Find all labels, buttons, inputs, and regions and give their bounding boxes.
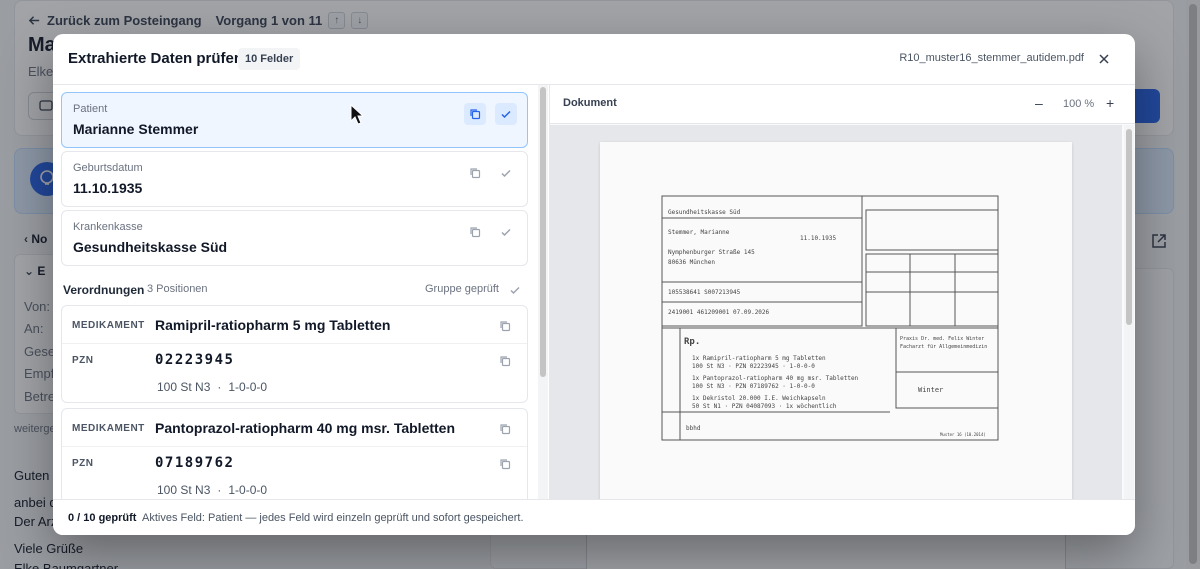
form-text: 50 St N1 · PZN 04087093 · 1x wöchentlich (692, 403, 837, 410)
field-label: Patient (73, 103, 108, 115)
form-text: 1x Pantoprazol-ratiopharm 40 mg msr. Tab… (692, 375, 859, 382)
modal-footer: 0 / 10 geprüft Aktives Feld: Patient — j… (53, 499, 1135, 535)
copy-icon (470, 168, 481, 179)
copy-button[interactable] (497, 353, 513, 369)
close-icon (1099, 54, 1109, 64)
form-text: 1x Ramipril-ratiopharm 5 mg Tabletten (692, 355, 826, 362)
copy-icon (470, 109, 481, 120)
modal-header: Extrahierte Daten prüfen 10 Felder R10_m… (53, 34, 1135, 85)
form-text: 80636 München (668, 259, 715, 266)
document-page: Gesundheitskasse Süd Stemmer, Marianne 1… (600, 142, 1072, 499)
group-count: 3 Positionen (147, 283, 208, 295)
field-value: Marianne Stemmer (73, 121, 199, 137)
form-text: 1x Dekristol 20.000 I.E. Weichkapseln (692, 395, 826, 402)
zoom-level: 100 % (1063, 98, 1095, 110)
medication-amount: 100 St N3 (157, 380, 211, 394)
confirm-button[interactable] (495, 221, 517, 243)
group-title: Verordnungen (63, 283, 145, 297)
verordnungen-group-header: Verordnungen 3 Positionen Gruppe geprüft (63, 282, 529, 300)
field-label: Krankenkasse (73, 221, 143, 233)
medication-meta: 100 St N3 · 1-0-0-0 (157, 380, 268, 394)
mouse-cursor-icon (350, 104, 364, 125)
field-count-badge: 10 Felder (238, 48, 301, 70)
prescription-form-image: Gesundheitskasse Süd Stemmer, Marianne 1… (661, 195, 999, 441)
copy-icon (470, 227, 481, 238)
pzn-value: 07189762 (155, 455, 235, 471)
copy-button[interactable] (497, 318, 513, 334)
copy-button[interactable] (464, 103, 486, 125)
form-text: Praxis Dr. med. Felix Winter (900, 336, 984, 342)
field-label: Geburtsdatum (73, 162, 143, 174)
field-value: 11.10.1935 (73, 180, 143, 196)
group-status: Gruppe geprüft (425, 283, 499, 295)
document-filename: R10_muster16_stemmer_autidem.pdf (899, 52, 1084, 64)
medication-name-row: MEDIKAMENT Pantoprazol-ratiopharm 40 mg … (62, 409, 527, 447)
medication-item: MEDIKAMENT Ramipril-ratiopharm 5 mg Tabl… (61, 305, 528, 403)
form-text: Nymphenburger Straße 145 (668, 249, 755, 256)
review-modal: Extrahierte Daten prüfen 10 Felder R10_m… (53, 34, 1135, 535)
field-value: Gesundheitskasse Süd (73, 239, 228, 255)
check-icon (501, 110, 511, 119)
field-geburtsdatum[interactable]: Geburtsdatum 11.10.1935 (61, 151, 528, 207)
copy-button[interactable] (464, 162, 486, 184)
copy-icon (500, 424, 511, 435)
pzn-caption: PZN (72, 355, 94, 366)
pzn-value: 02223945 (155, 352, 235, 368)
copy-icon (500, 321, 511, 332)
check-icon (501, 228, 511, 237)
medication-caption: MEDIKAMENT (72, 320, 145, 331)
document-toolbar: Dokument – 100 % + (550, 85, 1135, 124)
document-viewer: Dokument – 100 % + Gesundheitskasse Süd … (549, 85, 1135, 499)
document-title: Dokument (563, 97, 617, 109)
medication-name: Ramipril-ratiopharm 5 mg Tabletten (155, 317, 391, 333)
form-text: 100 St N3 · PZN 02223945 · 1-0-0-0 (692, 363, 815, 370)
medication-name-row: MEDIKAMENT Ramipril-ratiopharm 5 mg Tabl… (62, 306, 527, 344)
medication-meta: 100 St N3 · 1-0-0-0 (157, 483, 268, 497)
status-message: Aktives Feld: Patient — jedes Feld wird … (142, 512, 524, 524)
form-text: bbhd (686, 425, 701, 432)
zoom-out-button[interactable]: – (1035, 95, 1043, 111)
medication-amount: 100 St N3 (157, 483, 211, 497)
check-icon (510, 286, 520, 295)
form-text: 105538641 S007213945 (668, 289, 741, 296)
check-icon (501, 169, 511, 178)
group-confirm-button[interactable] (507, 282, 523, 298)
copy-button[interactable] (497, 421, 513, 437)
review-progress: 0 / 10 geprüft (68, 512, 137, 524)
fields-scrollbar-thumb[interactable] (540, 87, 546, 377)
copy-button[interactable] (464, 221, 486, 243)
close-button[interactable] (1093, 48, 1115, 70)
confirm-button[interactable] (495, 162, 517, 184)
copy-button[interactable] (497, 456, 513, 472)
medication-pzn-row: PZN 07189762 (62, 447, 527, 481)
medication-caption: MEDIKAMENT (72, 423, 145, 434)
fields-panel: Patient Marianne Stemmer Geburtsdatum 11… (53, 85, 549, 499)
medication-dosage: 1-0-0-0 (228, 380, 268, 394)
form-text: Winter (918, 386, 943, 394)
form-text: Muster 16 (10.2014) (940, 432, 986, 437)
form-text: Stemmer, Marianne (668, 229, 730, 236)
field-krankenkasse[interactable]: Krankenkasse Gesundheitskasse Süd (61, 210, 528, 266)
modal-title: Extrahierte Daten prüfen (68, 50, 244, 67)
document-canvas[interactable]: Gesundheitskasse Süd Stemmer, Marianne 1… (550, 125, 1122, 499)
form-text: 11.10.1935 (800, 235, 837, 242)
copy-icon (500, 459, 511, 470)
medication-pzn-row: PZN 02223945 (62, 344, 527, 378)
medication-item: MEDIKAMENT Pantoprazol-ratiopharm 40 mg … (61, 408, 528, 499)
document-scrollbar-thumb[interactable] (1126, 129, 1132, 325)
pzn-caption: PZN (72, 458, 94, 469)
form-text: 2419001 461209001 07.09.2026 (668, 309, 770, 316)
copy-icon (500, 356, 511, 367)
medication-name: Pantoprazol-ratiopharm 40 mg msr. Tablet… (155, 420, 456, 436)
zoom-in-button[interactable]: + (1106, 95, 1114, 111)
form-text: Facharzt für Allgemeinmedizin (900, 344, 987, 350)
confirm-button[interactable] (495, 103, 517, 125)
form-text: 100 St N3 · PZN 07189762 · 1-0-0-0 (692, 383, 815, 390)
field-patient[interactable]: Patient Marianne Stemmer (61, 92, 528, 148)
form-text: Gesundheitskasse Süd (668, 209, 741, 216)
form-text: Rp. (684, 337, 700, 347)
medication-dosage: 1-0-0-0 (228, 483, 268, 497)
